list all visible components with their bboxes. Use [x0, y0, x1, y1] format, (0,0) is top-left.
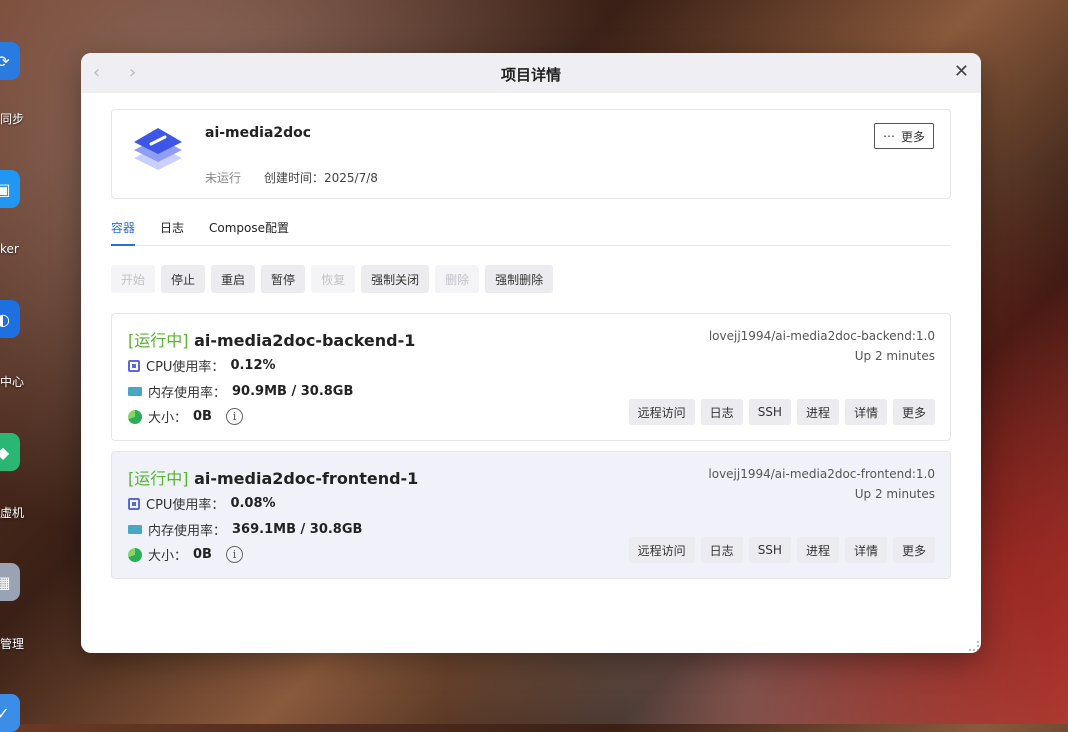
- tab-containers[interactable]: 容器: [111, 219, 136, 246]
- container-actions: 远程访问 日志 SSH 进程 详情 更多: [628, 537, 935, 563]
- container-title: [运行中] ai-media2doc-frontend-1: [128, 465, 418, 489]
- app-icon[interactable]: ✓: [0, 694, 20, 732]
- tab-logs[interactable]: 日志: [160, 219, 184, 244]
- delete-button[interactable]: 删除: [435, 265, 480, 293]
- container-more-button[interactable]: 更多: [892, 399, 935, 425]
- memory-usage-row: 内存使用率： 369.1MB / 30.8GB: [128, 520, 362, 539]
- resize-handle[interactable]: [969, 641, 979, 651]
- tab-compose-config[interactable]: Compose配置: [209, 219, 289, 244]
- project-summary-card: ai-media2doc 未运行 创建时间：2025/7/8 ⋯ 更多: [111, 109, 951, 199]
- project-created-time: 创建时间：2025/7/8: [264, 171, 378, 185]
- action-toolbar: 开始 停止 重启 暂停 恢复 强制关闭 删除 强制删除: [111, 265, 554, 293]
- ssh-button[interactable]: SSH: [748, 399, 791, 425]
- close-icon[interactable]: ✕: [954, 61, 969, 82]
- cpu-usage-row: CPU使用率： 0.08%: [128, 494, 276, 513]
- docker-app-icon[interactable]: ▣: [0, 170, 20, 208]
- pie-chart-icon: [128, 547, 142, 562]
- logs-button[interactable]: 日志: [700, 399, 743, 425]
- info-icon[interactable]: i: [225, 408, 243, 425]
- container-uptime: Up 2 minutes: [854, 349, 935, 363]
- size-row: 大小： 0B i: [128, 545, 243, 564]
- vm-app-icon[interactable]: ◆: [0, 433, 20, 471]
- desktop-label: 虚机: [0, 506, 25, 520]
- pie-chart-icon: [128, 409, 142, 424]
- cpu-value: 0.08%: [230, 496, 276, 511]
- container-more-button[interactable]: 更多: [892, 537, 935, 563]
- size-value: 0B: [193, 409, 212, 424]
- stack-logo-icon: [134, 128, 182, 170]
- remote-access-button[interactable]: 远程访问: [628, 537, 695, 563]
- container-actions: 远程访问 日志 SSH 进程 详情 更多: [628, 399, 935, 425]
- cpu-label: CPU使用率：: [146, 498, 225, 513]
- container-image: lovejj1994/ai-media2doc-frontend:1.0: [708, 467, 935, 481]
- container-uptime: Up 2 minutes: [854, 487, 935, 501]
- project-more-button[interactable]: ⋯ 更多: [873, 123, 934, 149]
- desktop-label: 管理: [0, 637, 25, 651]
- details-button[interactable]: 详情: [844, 537, 887, 563]
- logs-button[interactable]: 日志: [700, 537, 743, 563]
- memory-usage-row: 内存使用率： 90.9MB / 30.8GB: [128, 382, 353, 401]
- memory-value: 90.9MB / 30.8GB: [232, 384, 354, 399]
- container-state: [运行中]: [128, 331, 189, 350]
- cpu-usage-row: CPU使用率： 0.12%: [128, 356, 276, 375]
- remote-access-button[interactable]: 远程访问: [628, 399, 695, 425]
- memory-icon: [128, 387, 142, 396]
- window-title: 项目详情: [500, 66, 561, 84]
- memory-value: 369.1MB / 30.8GB: [232, 522, 363, 537]
- container-image: lovejj1994/ai-media2doc-backend:1.0: [708, 329, 935, 343]
- desktop-label: 同步: [0, 112, 25, 126]
- center-app-icon[interactable]: ◐: [0, 300, 20, 338]
- container-card-frontend[interactable]: [运行中] ai-media2doc-frontend-1 CPU使用率： 0.0…: [111, 451, 951, 579]
- sync-app-icon[interactable]: ⟳: [0, 42, 20, 80]
- cpu-icon: [128, 359, 140, 372]
- more-label: 更多: [900, 129, 925, 144]
- memory-label: 内存使用率：: [148, 386, 227, 401]
- cpu-value: 0.12%: [230, 358, 276, 373]
- stop-button[interactable]: 停止: [161, 265, 206, 293]
- project-detail-window: ‹ › 项目详情 ✕ ai-media2doc 未运行 创建时间：2025/7/…: [81, 53, 981, 653]
- size-row: 大小： 0B i: [128, 407, 243, 426]
- details-button[interactable]: 详情: [844, 399, 887, 425]
- force-delete-button[interactable]: 强制删除: [485, 265, 554, 293]
- size-label: 大小：: [148, 411, 188, 426]
- container-title: [运行中] ai-media2doc-backend-1: [128, 327, 415, 351]
- memory-label: 内存使用率：: [148, 524, 227, 539]
- process-button[interactable]: 进程: [796, 399, 839, 425]
- start-button[interactable]: 开始: [111, 265, 156, 293]
- process-button[interactable]: 进程: [796, 537, 839, 563]
- size-value: 0B: [193, 547, 212, 562]
- memory-icon: [128, 525, 142, 534]
- ssh-button[interactable]: SSH: [748, 537, 791, 563]
- desktop-label: ker: [0, 242, 19, 256]
- cpu-label: CPU使用率：: [146, 360, 225, 375]
- container-name: ai-media2doc-backend-1: [194, 331, 416, 350]
- desktop-label: 中心: [0, 375, 25, 389]
- cpu-icon: [128, 497, 140, 510]
- size-label: 大小：: [148, 549, 188, 564]
- tab-bar: 容器 日志 Compose配置: [111, 213, 951, 246]
- project-status: 未运行: [205, 171, 242, 185]
- info-icon[interactable]: i: [225, 546, 243, 563]
- project-name: ai-media2doc: [205, 125, 312, 141]
- window-titlebar: ‹ › 项目详情 ✕: [81, 53, 981, 93]
- restart-button[interactable]: 重启: [211, 265, 256, 293]
- manage-app-icon[interactable]: ▦: [0, 563, 20, 601]
- container-name: ai-media2doc-frontend-1: [194, 469, 419, 488]
- ellipsis-icon: ⋯: [882, 129, 895, 143]
- force-stop-button[interactable]: 强制关闭: [361, 265, 430, 293]
- container-card-backend[interactable]: [运行中] ai-media2doc-backend-1 CPU使用率： 0.12…: [111, 313, 951, 441]
- resume-button[interactable]: 恢复: [311, 265, 356, 293]
- pause-button[interactable]: 暂停: [261, 265, 306, 293]
- container-state: [运行中]: [128, 469, 189, 488]
